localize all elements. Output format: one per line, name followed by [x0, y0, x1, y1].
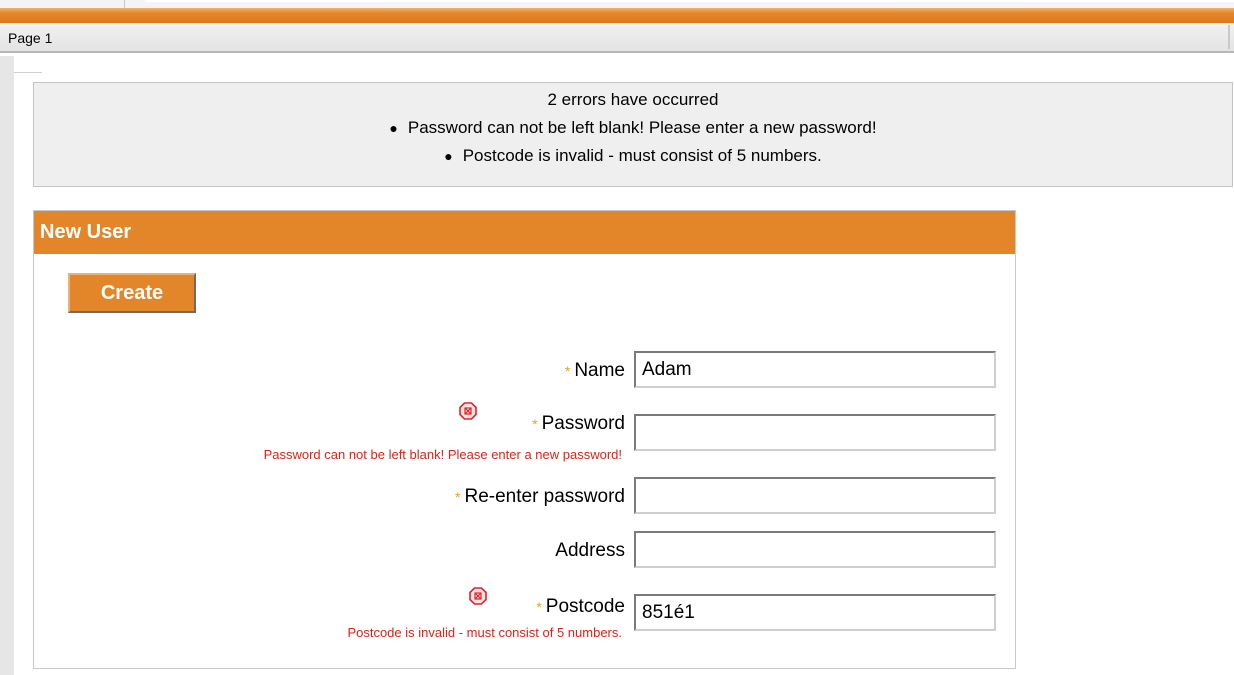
error-list-item: ● Postcode is invalid - must consist of 5… [444, 146, 822, 165]
error-list-item: ● Password can not be left blank! Please … [389, 118, 877, 137]
error-summary-title: 2 errors have occurred [547, 90, 719, 109]
tab-divider [124, 0, 125, 8]
error-stop-icon [459, 402, 477, 420]
reenter-password-label: Re-enter password [464, 486, 625, 507]
error-stop-icon [469, 587, 487, 605]
create-button[interactable]: Create [68, 273, 196, 313]
bullet-icon: ● [444, 148, 453, 164]
bullet-icon: ● [389, 120, 398, 136]
top-strip [0, 0, 1234, 8]
page-bar-endcap [1228, 25, 1230, 49]
new-user-panel: New User Create *Name *Password Password… [33, 210, 1016, 669]
left-side-strip [0, 56, 14, 675]
postcode-field[interactable] [634, 594, 996, 631]
postcode-error-message: Postcode is invalid - must consist of 5 … [347, 625, 622, 640]
password-label: Password [541, 413, 625, 434]
password-field[interactable] [634, 414, 996, 451]
required-marker: * [564, 363, 571, 379]
reenter-password-label-group: * Re-enter password [455, 486, 625, 508]
required-marker: * [536, 599, 542, 615]
postcode-label-group: * Postcode [536, 596, 625, 618]
page-bar: Page 1 [0, 23, 1234, 53]
reenter-password-field[interactable] [634, 477, 996, 514]
panel-title: New User [40, 221, 132, 243]
page-label: Page 1 [8, 30, 53, 46]
postcode-label: Postcode [545, 596, 625, 617]
password-label-group: * Password [532, 413, 625, 435]
name-label-group: * Name [565, 360, 625, 382]
required-marker: * [532, 416, 538, 432]
required-marker: * [455, 489, 461, 505]
error-summary: 2 errors have occurred ● Password can not… [33, 82, 1233, 187]
panel-header: New User [34, 211, 1015, 254]
orange-header-bar [0, 8, 1234, 23]
address-field[interactable] [634, 531, 996, 568]
address-label-group: Address [555, 540, 625, 562]
address-label: Address [555, 540, 625, 561]
password-error-message: Password can not be left blank! Please e… [263, 447, 622, 462]
name-label: Name [574, 360, 625, 381]
tab-area [145, 0, 1234, 2]
name-field[interactable] [634, 351, 996, 388]
